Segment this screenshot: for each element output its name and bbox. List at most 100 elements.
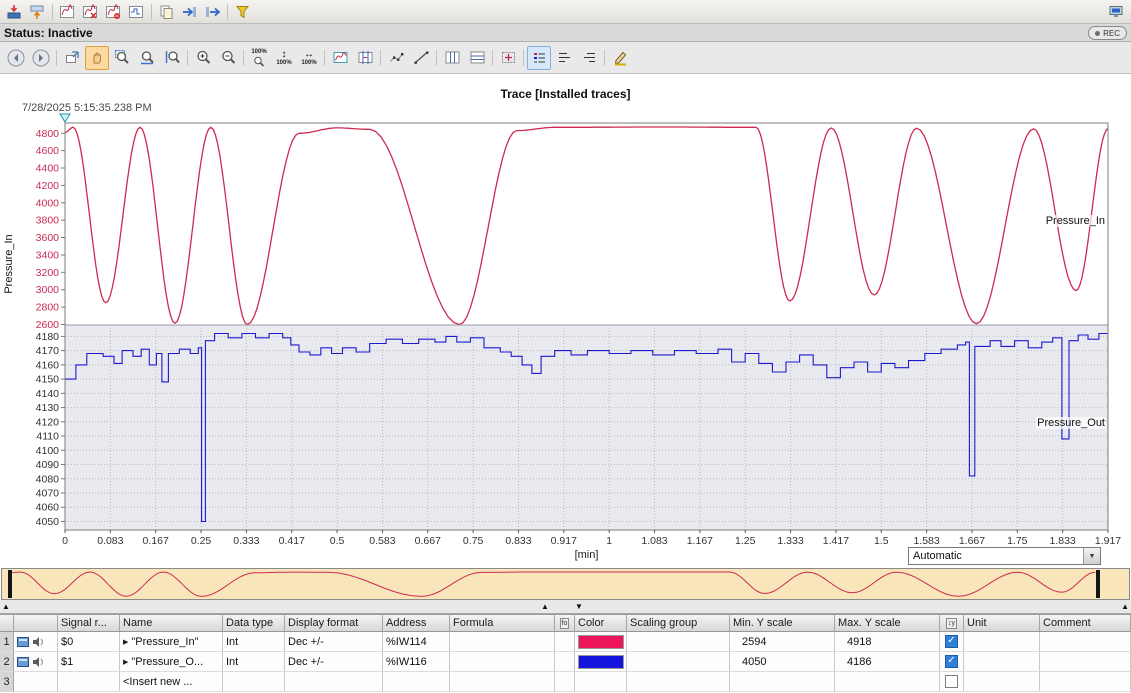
- cell-name-insert[interactable]: <Insert new ...: [120, 672, 223, 692]
- cell-color[interactable]: [575, 672, 627, 692]
- cell-address[interactable]: %IW114: [383, 632, 450, 652]
- cell-max-y[interactable]: 4186: [835, 652, 940, 672]
- visible-checkbox[interactable]: [945, 655, 958, 668]
- cell-signal[interactable]: $0: [58, 632, 120, 652]
- cell-data-type[interactable]: [223, 672, 285, 692]
- import-measurement-icon[interactable]: [179, 2, 200, 22]
- pan-button[interactable]: [85, 46, 109, 70]
- download-to-device-icon[interactable]: [4, 2, 25, 22]
- cell-comment[interactable]: [1040, 652, 1131, 672]
- svg-text:2800: 2800: [36, 302, 60, 314]
- cell-display-format[interactable]: Dec +/-: [285, 632, 383, 652]
- cell-min-y[interactable]: [730, 672, 835, 692]
- cell-name[interactable]: ▶"Pressure_O...: [120, 652, 223, 672]
- row-number[interactable]: 1: [0, 632, 14, 652]
- legend-left-button[interactable]: [552, 46, 576, 70]
- measure-cursors-button[interactable]: [353, 46, 377, 70]
- cell-formula[interactable]: [450, 672, 555, 692]
- x-scale-100-button[interactable]: 100%: [297, 46, 321, 70]
- overview-strip[interactable]: [1, 568, 1130, 600]
- trace-settings-icon[interactable]: [126, 2, 147, 22]
- monitor-icon[interactable]: [1106, 2, 1127, 22]
- toolbar-separator: [436, 50, 437, 66]
- export-measurement-icon[interactable]: [202, 2, 223, 22]
- snap-to-samples-button[interactable]: [496, 46, 520, 70]
- cell-formula-flag[interactable]: [555, 652, 575, 672]
- zoom-in-button[interactable]: [191, 46, 215, 70]
- filter-icon[interactable]: [232, 2, 253, 22]
- cell-max-y[interactable]: [835, 672, 940, 692]
- prev-view-button[interactable]: [4, 46, 28, 70]
- vertical-gridlines-button[interactable]: [440, 46, 464, 70]
- cell-scaling-group[interactable]: [627, 632, 730, 652]
- svg-text:1.333: 1.333: [777, 535, 803, 547]
- range-handle-left[interactable]: [8, 570, 12, 598]
- zoom-time-button[interactable]: [135, 46, 159, 70]
- next-view-button[interactable]: [29, 46, 53, 70]
- horizontal-gridlines-button[interactable]: [465, 46, 489, 70]
- cell-unit[interactable]: [964, 632, 1040, 652]
- collapse-up-icon[interactable]: ▲: [541, 601, 549, 613]
- rec-button[interactable]: REC: [1088, 26, 1127, 40]
- svg-text:0.667: 0.667: [415, 535, 441, 547]
- interpolation-button[interactable]: [409, 46, 433, 70]
- range-marker-left-icon[interactable]: ▲: [2, 601, 10, 613]
- cell-scaling-group[interactable]: [627, 652, 730, 672]
- color-swatch[interactable]: [578, 655, 624, 669]
- y-scale-100-button[interactable]: 100%: [272, 46, 296, 70]
- cell-display-format[interactable]: Dec +/-: [285, 652, 383, 672]
- legend-right-button[interactable]: [577, 46, 601, 70]
- cell-display-format[interactable]: [285, 672, 383, 692]
- delete-trace-icon[interactable]: [103, 2, 124, 22]
- add-trace-icon[interactable]: [57, 2, 78, 22]
- row-number[interactable]: 2: [0, 652, 14, 672]
- cell-scaling-group[interactable]: [627, 672, 730, 692]
- cell-signal[interactable]: $1: [58, 652, 120, 672]
- range-marker-right-icon[interactable]: ▲: [1121, 601, 1129, 613]
- cell-data-type[interactable]: Int: [223, 632, 285, 652]
- fit-curve-button[interactable]: [328, 46, 352, 70]
- cell-min-y[interactable]: 4050: [730, 652, 835, 672]
- cell-formula-flag[interactable]: [555, 632, 575, 652]
- cell-formula-flag[interactable]: [555, 672, 575, 692]
- range-handle-right[interactable]: [1096, 570, 1100, 598]
- cell-max-y[interactable]: 4918: [835, 632, 940, 652]
- background-color-button[interactable]: [608, 46, 632, 70]
- cell-address[interactable]: [383, 672, 450, 692]
- cell-color[interactable]: [575, 632, 627, 652]
- pane-splitter[interactable]: ▲ ▲ ▼ ▲: [0, 600, 1131, 614]
- detach-view-button[interactable]: [60, 46, 84, 70]
- cell-address[interactable]: %IW116: [383, 652, 450, 672]
- trace-chart[interactable]: 2600280030003200340036003800400042004400…: [0, 74, 1131, 568]
- color-swatch[interactable]: [578, 635, 624, 649]
- legend-button[interactable]: [527, 46, 551, 70]
- chevron-down-icon[interactable]: ▼: [1083, 548, 1100, 564]
- cell-color[interactable]: [575, 652, 627, 672]
- cell-comment[interactable]: [1040, 672, 1131, 692]
- zoom-value-button[interactable]: [160, 46, 184, 70]
- scale-mode-select[interactable]: Automatic ▼: [908, 547, 1101, 565]
- duplicate-trace-icon[interactable]: [80, 2, 101, 22]
- zoom-area-button[interactable]: [110, 46, 134, 70]
- svg-text:1.667: 1.667: [959, 535, 985, 547]
- visible-checkbox[interactable]: [945, 675, 958, 688]
- cell-unit[interactable]: [964, 672, 1040, 692]
- copy-measurement-icon[interactable]: [156, 2, 177, 22]
- cell-formula[interactable]: [450, 652, 555, 672]
- upload-from-device-icon[interactable]: [27, 2, 48, 22]
- zoom-out-button[interactable]: [216, 46, 240, 70]
- cell-data-type[interactable]: Int: [223, 652, 285, 672]
- cell-signal[interactable]: [58, 672, 120, 692]
- cell-comment[interactable]: [1040, 632, 1131, 652]
- samples-button[interactable]: [384, 46, 408, 70]
- visible-checkbox[interactable]: [945, 635, 958, 648]
- cell-formula[interactable]: [450, 632, 555, 652]
- row-number[interactable]: 3: [0, 672, 14, 692]
- expand-icon[interactable]: ▶: [123, 658, 128, 666]
- expand-icon[interactable]: ▶: [123, 638, 128, 646]
- cell-unit[interactable]: [964, 652, 1040, 672]
- collapse-down-icon[interactable]: ▼: [575, 601, 583, 613]
- cell-min-y[interactable]: 2594: [730, 632, 835, 652]
- cell-name[interactable]: ▶"Pressure_In": [120, 632, 223, 652]
- zoom-100-button[interactable]: 100%: [247, 46, 271, 70]
